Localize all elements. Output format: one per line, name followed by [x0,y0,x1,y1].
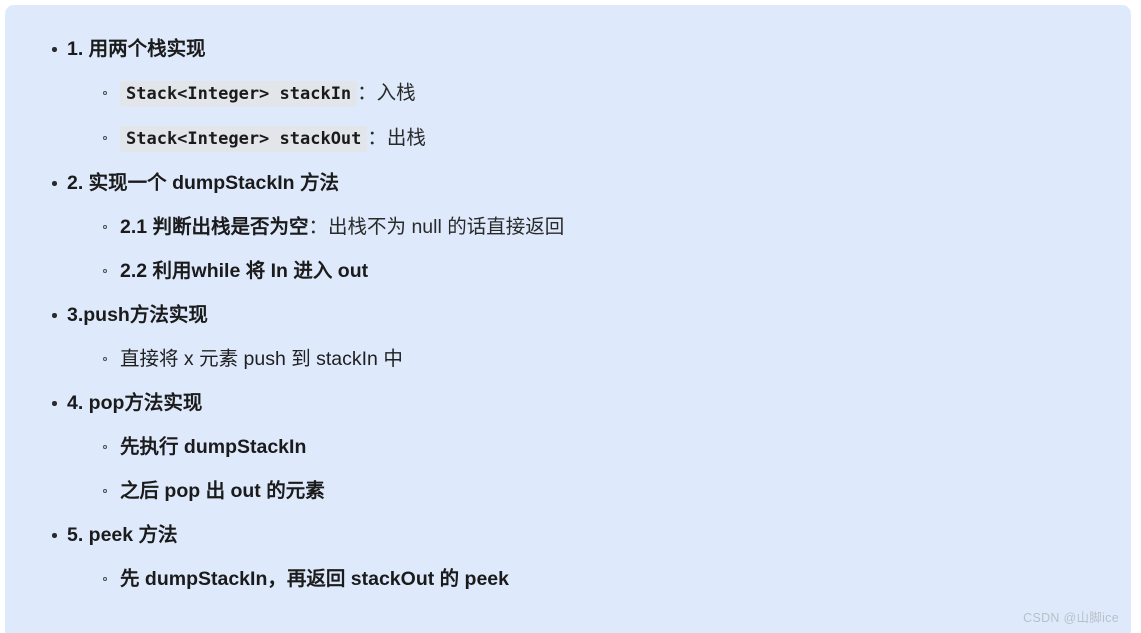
outline-item-4-label: 4. pop方法实现 [67,392,203,414]
bullet-disc-icon [52,181,57,186]
bullet-ring-icon [103,269,107,273]
outline-item-2: 2. 实现一个 dumpStackIn 方法 2.1 判断出栈是否为空：出栈不为… [5,161,1131,293]
outline-item-3-label: 3.push方法实现 [67,304,208,326]
outline-item-1-children: Stack<Integer> stackIn ：入栈 Stack<Integer>… [67,71,1131,161]
outline-subitem-4-2: 之后 pop 出 out 的元素 [67,469,1131,513]
bullet-ring-icon [103,225,107,229]
outline-item-3: 3.push方法实现 直接将 x 元素 push 到 stackIn 中 [5,293,1131,381]
outline-subitem-1-1-text: ：入栈 [357,82,416,104]
outline-subitem-1-1: Stack<Integer> stackIn ：入栈 [67,71,1131,116]
outline-item-5-label: 5. peek 方法 [67,524,178,546]
bullet-ring-icon [103,489,107,493]
bullet-ring-icon [103,577,107,581]
bullet-ring-icon [103,357,107,361]
outline-item-1-label: 1. 用两个栈实现 [67,38,206,60]
outline-item-5-children: 先 dumpStackIn，再返回 stackOut 的 peek [67,557,1131,601]
outline-subitem-1-2-text: ：出栈 [367,127,426,149]
outline-item-4: 4. pop方法实现 先执行 dumpStackIn 之后 pop 出 out … [5,381,1131,513]
outline-subitem-1-2: Stack<Integer> stackOut ：出栈 [67,116,1131,161]
note-panel: 1. 用两个栈实现 Stack<Integer> stackIn ：入栈 Stac… [5,5,1131,633]
bullet-disc-icon [52,47,57,52]
bullet-disc-icon [52,401,57,406]
bullet-ring-icon [103,136,107,140]
code-span-stackout: Stack<Integer> stackOut [120,126,368,152]
outline-subitem-5-1-text: 先 dumpStackIn，再返回 stackOut 的 peek [120,568,510,590]
bullet-disc-icon [52,313,57,318]
outline-subitem-4-2-text: 之后 pop 出 out 的元素 [120,480,325,502]
outline-list: 1. 用两个栈实现 Stack<Integer> stackIn ：入栈 Stac… [5,27,1131,601]
outline-item-5: 5. peek 方法 先 dumpStackIn，再返回 stackOut 的 … [5,513,1131,601]
outline-subitem-2-1-lead: 2.1 判断出栈是否为空 [120,216,309,238]
outline-subitem-4-1-text: 先执行 dumpStackIn [120,436,307,458]
outline-subitem-3-1: 直接将 x 元素 push 到 stackIn 中 [67,337,1131,381]
outline-subitem-2-2-text: 2.2 利用while 将 In 进入 out [120,260,369,282]
outline-item-4-children: 先执行 dumpStackIn 之后 pop 出 out 的元素 [67,425,1131,513]
outline-subitem-2-1: 2.1 判断出栈是否为空：出栈不为 null 的话直接返回 [67,205,1131,249]
outline-item-3-children: 直接将 x 元素 push 到 stackIn 中 [67,337,1131,381]
outline-subitem-4-1: 先执行 dumpStackIn [67,425,1131,469]
outline-subitem-3-1-text: 直接将 x 元素 push 到 stackIn 中 [120,348,403,370]
bullet-ring-icon [103,445,107,449]
outline-subitem-2-2: 2.2 利用while 将 In 进入 out [67,249,1131,293]
outline-item-1: 1. 用两个栈实现 Stack<Integer> stackIn ：入栈 Stac… [5,27,1131,161]
outline-subitem-2-1-tail: ：出栈不为 null 的话直接返回 [308,216,565,238]
csdn-watermark: CSDN @山脚ice [1023,611,1119,625]
code-span-stackin: Stack<Integer> stackIn [120,81,358,107]
outline-subitem-5-1: 先 dumpStackIn，再返回 stackOut 的 peek [67,557,1131,601]
bullet-ring-icon [103,91,107,95]
outline-item-2-label: 2. 实现一个 dumpStackIn 方法 [67,172,339,194]
bullet-disc-icon [52,533,57,538]
outline-item-2-children: 2.1 判断出栈是否为空：出栈不为 null 的话直接返回 2.2 利用whil… [67,205,1131,293]
